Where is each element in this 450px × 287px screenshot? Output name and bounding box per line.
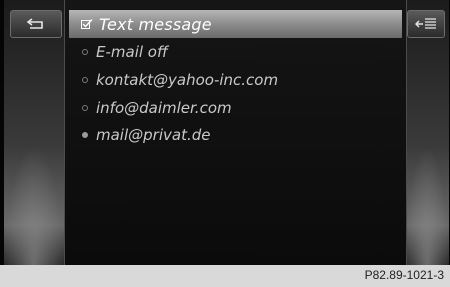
radio-icon	[82, 105, 88, 111]
back-button[interactable]	[10, 10, 62, 38]
figure-reference: P82.89-1021-3	[364, 268, 444, 282]
options-panel: Text message E-mail off kontakt@yahoo-in…	[64, 0, 407, 265]
option-mail-privat[interactable]: mail@privat.de	[65, 122, 406, 148]
option-label: mail@privat.de	[96, 126, 211, 144]
option-email-off[interactable]: E-mail off	[65, 39, 406, 65]
option-info-daimler[interactable]: info@daimler.com	[65, 95, 406, 121]
header-title: Text message	[99, 14, 212, 34]
option-label: E-mail off	[96, 43, 168, 61]
check-icon	[81, 19, 93, 29]
option-label: info@daimler.com	[96, 99, 232, 117]
right-side-panel	[405, 0, 449, 265]
back-arrow-icon	[26, 18, 43, 29]
radio-selected-icon	[82, 132, 88, 138]
radio-icon	[82, 77, 88, 83]
option-kontakt-yahoo[interactable]: kontakt@yahoo-inc.com	[65, 67, 406, 93]
menu-button[interactable]	[407, 10, 445, 38]
figure-footer: P82.89-1021-3	[0, 265, 450, 287]
selected-header-row[interactable]: Text message	[69, 10, 402, 38]
menu-icon	[415, 18, 436, 29]
left-side-panel	[4, 0, 64, 265]
option-label: kontakt@yahoo-inc.com	[96, 71, 279, 89]
radio-icon	[82, 49, 88, 55]
display-screen: Text message E-mail off kontakt@yahoo-in…	[0, 0, 450, 265]
